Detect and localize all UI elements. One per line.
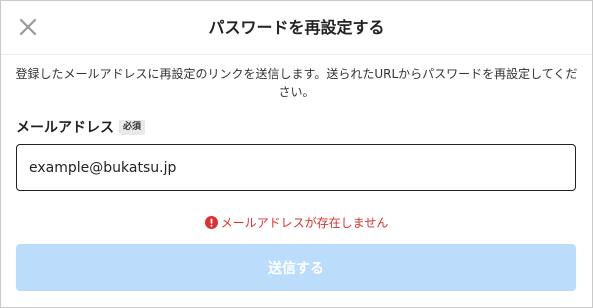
exclamation-circle-icon <box>204 216 218 229</box>
submit-button[interactable]: 送信する <box>16 244 576 291</box>
email-input[interactable] <box>16 144 576 191</box>
required-badge: 必須 <box>119 119 146 135</box>
error-message: メールアドレスが存在しません <box>220 216 389 230</box>
dialog-description: 登録したメールアドレスに再設定のリンクを送信します。送られたURLからパスワード… <box>15 67 578 99</box>
dialog-header: パスワードを再設定する <box>1 1 592 55</box>
dialog-title: パスワードを再設定する <box>208 18 385 37</box>
close-button[interactable] <box>14 13 42 41</box>
close-icon <box>19 18 37 36</box>
password-reset-dialog: パスワードを再設定する 登録したメールアドレスに再設定のリンクを送信します。送ら… <box>0 0 593 308</box>
email-label-row: メールアドレス 必須 <box>16 117 146 137</box>
error-message-row: メールアドレスが存在しません <box>1 214 592 231</box>
email-label: メールアドレス <box>16 120 114 136</box>
